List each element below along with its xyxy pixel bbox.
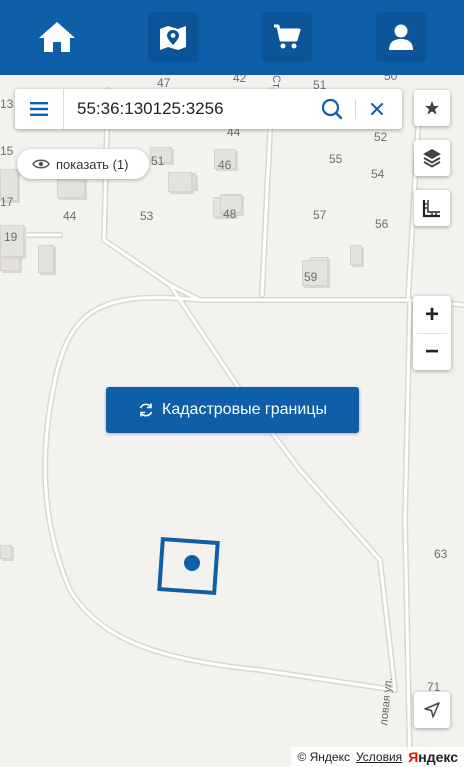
show-results-label: показать (1) bbox=[56, 156, 129, 172]
map-attribution: © Яндекс Условия Яндекс bbox=[291, 747, 464, 767]
user-icon bbox=[389, 24, 413, 50]
house-number: 59 bbox=[304, 270, 318, 284]
house-number: 55 bbox=[329, 152, 343, 166]
house-number: 53 bbox=[140, 209, 154, 223]
yandex-logo: Яндекс bbox=[408, 749, 458, 765]
close-icon[interactable] bbox=[367, 99, 387, 119]
house-number: 52 bbox=[374, 130, 388, 144]
yandex-logo-rest: ндекс bbox=[418, 749, 458, 765]
zoom-control: + − bbox=[413, 296, 451, 370]
building bbox=[168, 172, 192, 192]
house-number: 19 bbox=[4, 230, 18, 244]
parcel-marker[interactable] bbox=[157, 537, 220, 596]
profile-button[interactable] bbox=[376, 12, 426, 62]
house-number: 44 bbox=[63, 209, 77, 223]
house-number: 56 bbox=[375, 217, 389, 231]
show-results-button[interactable]: показать (1) bbox=[17, 149, 149, 179]
ruler-button[interactable] bbox=[414, 190, 450, 226]
house-number: 57 bbox=[313, 208, 327, 222]
layers-button[interactable] bbox=[414, 140, 450, 176]
house-number: 17 bbox=[0, 195, 14, 209]
favorites-button[interactable] bbox=[414, 90, 450, 126]
building bbox=[57, 178, 85, 198]
cart-button[interactable] bbox=[262, 12, 312, 62]
search-input[interactable] bbox=[77, 99, 317, 119]
copyright-text: © Яндекс bbox=[297, 750, 350, 764]
cadastral-boundaries-label: Кадастровые границы bbox=[162, 401, 327, 418]
cart-icon bbox=[274, 24, 301, 49]
zoom-in-button[interactable]: + bbox=[413, 296, 451, 333]
hamburger-menu-icon bbox=[30, 102, 48, 116]
house-number: 63 bbox=[434, 547, 448, 561]
house-number: 50 bbox=[384, 75, 398, 83]
building bbox=[0, 545, 12, 559]
zoom-out-button[interactable]: − bbox=[413, 333, 451, 370]
search-divider bbox=[355, 99, 356, 119]
refresh-icon bbox=[139, 403, 153, 417]
street-label: Ст bbox=[270, 75, 282, 88]
layers-icon bbox=[423, 149, 441, 168]
house-number: 47 bbox=[157, 76, 171, 90]
home-icon bbox=[39, 22, 75, 52]
map-button[interactable] bbox=[148, 12, 198, 62]
cadastral-boundaries-button[interactable]: Кадастровые границы bbox=[106, 387, 359, 433]
menu-button[interactable] bbox=[15, 89, 64, 129]
house-number: 13 bbox=[0, 97, 14, 111]
house-number: 42 bbox=[233, 75, 247, 85]
building bbox=[38, 245, 54, 273]
yandex-logo-letter: Я bbox=[408, 749, 419, 765]
ruler-icon bbox=[422, 200, 440, 218]
top-nav-bar bbox=[0, 0, 464, 75]
search-bar bbox=[15, 89, 402, 129]
house-number: 15 bbox=[0, 144, 14, 158]
building bbox=[350, 245, 362, 265]
map-marker-icon bbox=[160, 26, 186, 50]
geolocation-button[interactable] bbox=[414, 692, 450, 728]
eye-icon bbox=[32, 159, 50, 169]
navigation-arrow-icon bbox=[424, 702, 440, 718]
house-number: 51 bbox=[151, 154, 165, 168]
house-number: 48 bbox=[223, 207, 237, 221]
house-number: 54 bbox=[371, 167, 385, 181]
search-icon[interactable] bbox=[320, 97, 344, 121]
home-button[interactable] bbox=[32, 12, 82, 62]
house-number: 46 bbox=[218, 158, 232, 172]
terms-link[interactable]: Условия bbox=[356, 750, 402, 764]
star-icon bbox=[425, 101, 439, 115]
